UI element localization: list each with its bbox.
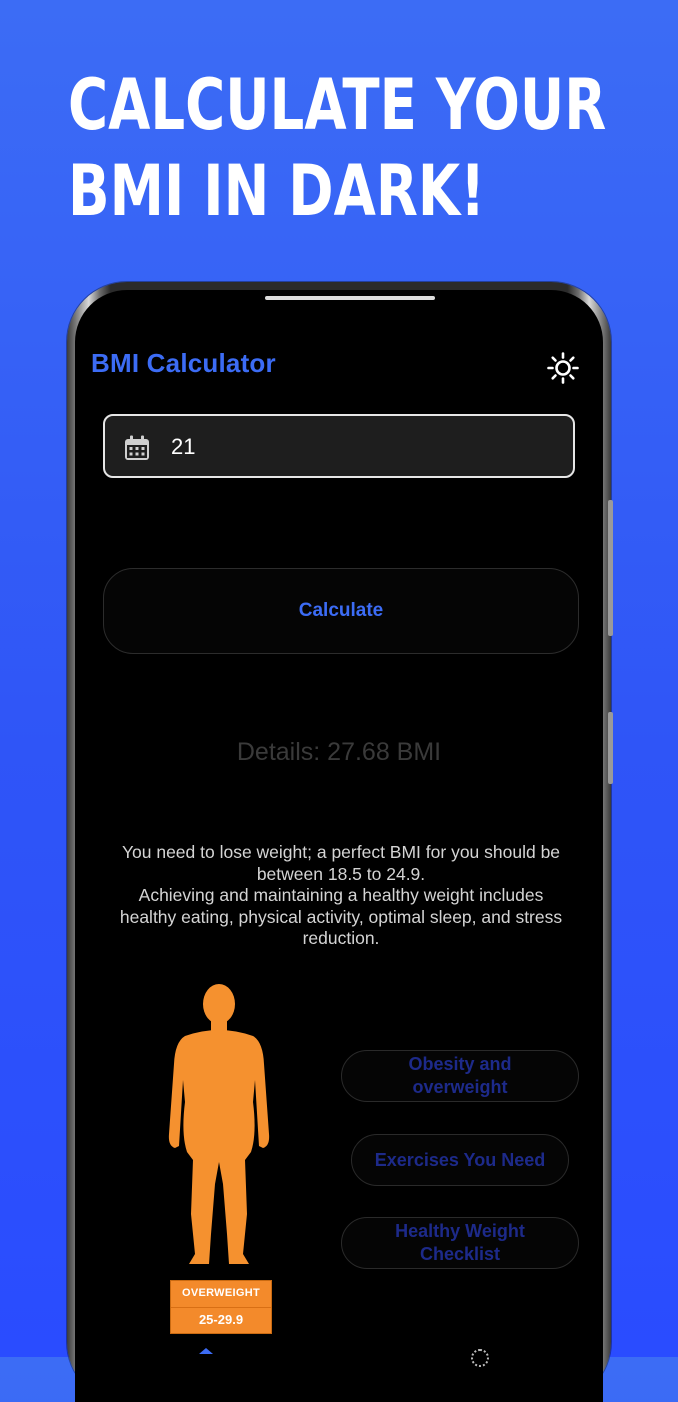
phone-side-button — [608, 712, 613, 784]
body-silhouette-icon — [168, 984, 270, 1264]
bmi-advice: You need to lose weight; a perfect BMI f… — [105, 842, 577, 950]
promo-headline-line-2: BMI IN DARK! — [68, 150, 486, 232]
age-value: 21 — [171, 434, 196, 459]
obesity-button-line-2: overweight — [412, 1077, 508, 1097]
category-label: OVERWEIGHT — [182, 1287, 260, 1299]
advice-line: reduction. — [302, 928, 380, 948]
checklist-button-line-2: Checklist — [419, 1244, 501, 1264]
calculate-button[interactable]: Calculate — [103, 568, 579, 654]
bmi-details: Details: 27.68 BMI — [236, 738, 442, 766]
theme-toggle-button[interactable] — [545, 350, 581, 386]
promo-headline-line-1: CALCULATE YOUR — [68, 64, 607, 146]
nav-home-indicator[interactable] — [199, 1348, 213, 1354]
app-title: BMI Calculator — [91, 348, 276, 378]
promo-headline: CALCULATE YOUR BMI IN DARK! — [68, 62, 607, 234]
advice-line: between 18.5 to 24.9. — [256, 863, 426, 884]
calendar-icon — [125, 435, 149, 460]
category-range: 25-29.9 — [198, 1312, 244, 1327]
sun-icon — [547, 352, 579, 384]
exercises-button-label: Exercises You Need — [374, 1149, 546, 1170]
phone-frame: BMI Calculator 21 Calculate Details: 27.… — [67, 282, 613, 1402]
app-screen: BMI Calculator 21 Calculate Details: 27.… — [75, 290, 603, 1402]
advice-line: Achieving and maintaining a healthy weig… — [138, 885, 544, 905]
nav-loading-icon[interactable] — [471, 1349, 489, 1367]
category-divider — [171, 1307, 271, 1308]
advice-line: healthy eating, physical activity, optim… — [119, 906, 563, 927]
obesity-overweight-button[interactable]: Obesity and overweight — [341, 1050, 579, 1102]
phone-side-button — [608, 500, 613, 636]
advice-line: You need to lose weight; a perfect BMI f… — [121, 842, 561, 862]
speaker-notch — [265, 296, 435, 300]
obesity-button-line-1: Obesity and — [408, 1054, 512, 1074]
age-input[interactable]: 21 — [103, 414, 575, 478]
bmi-category-badge: OVERWEIGHT 25-29.9 — [170, 1280, 272, 1334]
healthy-weight-checklist-button[interactable]: Healthy Weight Checklist — [341, 1217, 579, 1269]
checklist-button-line-1: Healthy Weight — [395, 1221, 525, 1241]
exercises-button[interactable]: Exercises You Need — [351, 1134, 569, 1186]
